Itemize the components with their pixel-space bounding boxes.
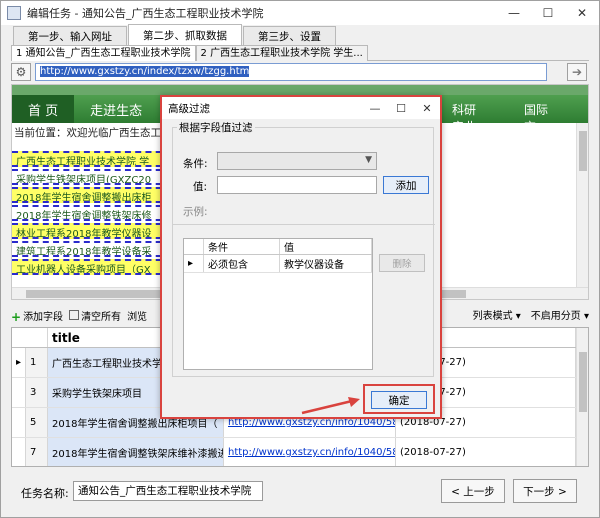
- subtab-1[interactable]: 1 通知公告_广西生态工程职业技术学院: [11, 45, 196, 61]
- trash-icon: [69, 310, 80, 320]
- notice-list: 广西生态工程职业技术学院 学 采购学生铁架床项目(GXZC20 2018年学生宿…: [12, 151, 172, 299]
- list-item[interactable]: 2018年学生宿舍调整铁架床修: [12, 205, 172, 221]
- minimize-icon[interactable]: —: [362, 97, 388, 119]
- page-subtabs: 1 通知公告_广西生态工程职业技术学院 2 广西生态工程职业技术学院 学生...: [11, 45, 589, 61]
- browse-button[interactable]: 浏览: [127, 308, 147, 323]
- group-label: 根据字段值过滤: [177, 120, 255, 135]
- column-header-value: 值: [280, 239, 372, 254]
- list-item[interactable]: 建筑工程系2018年教学设备采: [12, 241, 172, 257]
- list-item[interactable]: 工业机器人设备采购项目（GX: [12, 259, 172, 275]
- condition-select[interactable]: ▼: [217, 152, 377, 170]
- maximize-icon[interactable]: ☐: [388, 97, 414, 119]
- table-row[interactable]: ▸ 必须包含 教学仪器设备: [184, 255, 372, 273]
- site-nav-right: 科研产业 国际交: [452, 101, 588, 135]
- gear-icon[interactable]: ⚙: [11, 63, 31, 81]
- close-icon[interactable]: ✕: [414, 97, 440, 119]
- plus-icon: +: [11, 310, 22, 324]
- tab-step-3[interactable]: 第三步、设置: [243, 26, 336, 46]
- step-tabs: 第一步、输入网址 第二步、抓取数据 第三步、设置: [13, 24, 337, 46]
- value-input[interactable]: [217, 176, 377, 194]
- paging-dropdown[interactable]: 不启用分页 ▾: [531, 307, 589, 322]
- add-button[interactable]: 添加: [383, 176, 429, 194]
- table-row[interactable]: 7 2018年学生宿舍调整铁架床维补漆搬进 http://www.gxstzy.…: [12, 438, 588, 466]
- arrow-pointer-icon: [301, 397, 360, 415]
- window-controls: — ☐ ✕: [497, 1, 599, 25]
- value-label: 值:: [193, 181, 208, 193]
- minimize-icon[interactable]: —: [497, 1, 531, 25]
- condition-label: 条件:: [183, 158, 208, 170]
- list-mode-dropdown[interactable]: 列表模式 ▾: [473, 307, 521, 322]
- dialog-title: 高级过滤: [168, 102, 210, 115]
- tab-step-2[interactable]: 第二步、抓取数据: [128, 24, 242, 46]
- url-bar: ⚙ http://www.gxstzy.cn/index/tzxw/tzgg.h…: [11, 62, 589, 82]
- list-item[interactable]: 采购学生铁架床项目(GXZC20: [12, 169, 172, 185]
- nav-home[interactable]: 首 页: [12, 95, 75, 123]
- window-title: 编辑任务 - 通知公告_广西生态工程职业技术学院: [27, 7, 264, 20]
- tab-step-1[interactable]: 第一步、输入网址: [13, 26, 127, 46]
- row-pointer-icon: ▸: [12, 348, 26, 377]
- example-label: 示例:: [183, 206, 208, 218]
- breadcrumb: 当前位置：欢迎光临广西生态工程职: [14, 127, 182, 139]
- grid-vscroll[interactable]: [576, 328, 588, 466]
- nav-research[interactable]: 科研产业: [452, 101, 484, 135]
- row-pointer-icon: ▸: [184, 255, 204, 272]
- task-name-input[interactable]: 通知公告_广西生态工程职业技术学院: [73, 481, 263, 501]
- footer-bar: 任务名称: 通知公告_广西生态工程职业技术学院 < 上一步 下一步 >: [1, 471, 599, 517]
- maximize-icon[interactable]: ☐: [531, 1, 565, 25]
- nav-about[interactable]: 走进生态: [74, 100, 158, 119]
- ok-button[interactable]: 确定: [371, 391, 427, 409]
- next-step-button[interactable]: 下一步 >: [513, 479, 577, 503]
- dialog-window-controls: — ☐ ✕: [362, 97, 440, 119]
- app-icon: [7, 6, 21, 20]
- list-item[interactable]: 广西生态工程职业技术学院 学: [12, 151, 172, 167]
- go-arrow-icon[interactable]: ➔: [567, 63, 587, 81]
- condition-table-header: 条件 值: [184, 239, 372, 255]
- add-field-button[interactable]: + 添加字段: [11, 308, 63, 324]
- nav-international[interactable]: 国际交: [524, 101, 548, 135]
- delete-button[interactable]: 删除: [379, 254, 425, 272]
- site-banner: [12, 85, 588, 95]
- divider: [173, 224, 435, 225]
- url-input[interactable]: http://www.gxstzy.cn/index/tzxw/tzgg.htm: [35, 63, 547, 81]
- condition-table: 条件 值 ▸ 必须包含 教学仪器设备: [183, 238, 373, 370]
- browser-vscroll[interactable]: [576, 123, 588, 288]
- list-item[interactable]: 2018年学生宿舍调整搬出床柜: [12, 187, 172, 203]
- url-text: http://www.gxstzy.cn/index/tzxw/tzgg.htm: [40, 66, 250, 77]
- chevron-down-icon: ▼: [365, 155, 372, 165]
- filter-group: 根据字段值过滤 条件: ▼ 值: 添加 示例: 条件 值 ▸ 必须包含 教学仪器…: [172, 120, 435, 377]
- ok-highlight-box: 确定: [363, 384, 435, 414]
- subtab-2[interactable]: 2 广西生态工程职业技术学院 学生...: [195, 45, 368, 61]
- title-bar: 编辑任务 - 通知公告_广西生态工程职业技术学院 — ☐ ✕: [1, 1, 599, 25]
- prev-step-button[interactable]: < 上一步: [441, 479, 505, 503]
- clear-all-button[interactable]: 清空所有: [69, 308, 121, 323]
- dialog-title-bar: 高级过滤 — ☐ ✕: [162, 97, 440, 119]
- task-name-label: 任务名称:: [21, 487, 69, 500]
- list-item[interactable]: 林业工程系2018年教学仪器设: [12, 223, 172, 239]
- column-header-condition: 条件: [204, 239, 280, 254]
- advanced-filter-dialog: 高级过滤 — ☐ ✕ 根据字段值过滤 条件: ▼ 值: 添加 示例: 条件 值 …: [160, 95, 442, 419]
- close-icon[interactable]: ✕: [565, 1, 599, 25]
- toolbar-right: 列表模式 ▾ 不启用分页 ▾: [463, 307, 589, 322]
